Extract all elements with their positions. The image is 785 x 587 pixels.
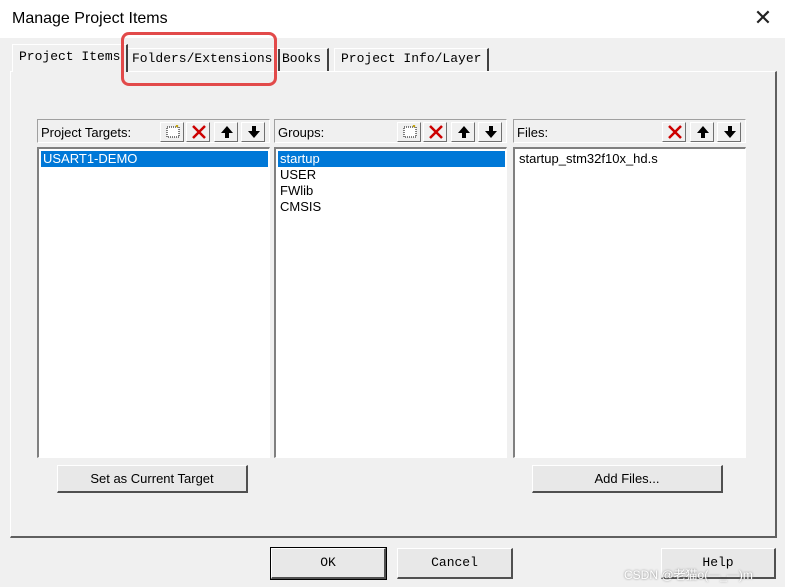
button-label: OK — [320, 555, 336, 570]
delete-icon — [429, 125, 443, 139]
new-icon — [403, 125, 417, 138]
move-up-icon — [697, 126, 709, 138]
set-current-target-button[interactable]: Set as Current Target — [57, 465, 248, 493]
delete-file-button[interactable] — [662, 122, 686, 142]
move-up-file-button[interactable] — [690, 122, 714, 142]
cancel-button[interactable]: Cancel — [397, 548, 513, 579]
list-item[interactable]: USART1-DEMO — [41, 151, 268, 167]
move-up-target-button[interactable] — [214, 122, 238, 142]
title-bar: Manage Project Items ✕ — [0, 0, 785, 38]
targets-list[interactable]: USART1-DEMO — [37, 147, 270, 458]
delete-target-button[interactable] — [186, 122, 210, 142]
groups-header: Groups: — [274, 119, 507, 143]
watermark-text: CSDN @老猫o(—_—)m — [624, 568, 753, 582]
move-down-icon — [485, 126, 497, 138]
list-item[interactable]: startup_stm32f10x_hd.s — [517, 151, 658, 167]
move-up-icon — [221, 126, 233, 138]
files-label: Files: — [517, 125, 549, 140]
tab-label: Books — [282, 51, 322, 66]
delete-group-button[interactable] — [423, 122, 447, 142]
tab-label: Project Items — [19, 49, 121, 64]
delete-icon — [192, 125, 206, 139]
groups-list[interactable]: startup USER FWlib CMSIS — [274, 147, 507, 458]
targets-label: Project Targets: — [41, 125, 132, 140]
new-group-button[interactable] — [397, 122, 421, 142]
move-down-file-button[interactable] — [717, 122, 741, 142]
new-icon — [166, 125, 180, 138]
move-down-icon — [248, 126, 260, 138]
ok-button[interactable]: OK — [270, 547, 387, 580]
close-icon[interactable]: ✕ — [748, 5, 778, 33]
move-down-target-button[interactable] — [241, 122, 265, 142]
delete-icon — [668, 125, 682, 139]
list-item[interactable]: FWlib — [278, 183, 313, 199]
annotation-highlight-box — [121, 32, 277, 86]
tab-label: Project Info/Layer — [341, 51, 482, 66]
tab-books[interactable]: Books — [275, 48, 330, 71]
tab-project-info-layer[interactable]: Project Info/Layer — [334, 48, 490, 71]
files-list[interactable]: startup_stm32f10x_hd.s — [513, 147, 746, 458]
button-label: Add Files... — [594, 471, 660, 486]
move-up-icon — [458, 126, 470, 138]
button-label: Set as Current Target — [90, 471, 214, 486]
move-down-icon — [724, 126, 736, 138]
new-target-button[interactable] — [160, 122, 184, 142]
groups-label: Groups: — [278, 125, 325, 140]
add-files-button[interactable]: Add Files... — [532, 465, 723, 493]
list-item[interactable]: startup — [278, 151, 505, 167]
tab-project-items[interactable]: Project Items — [12, 44, 129, 72]
list-item[interactable]: USER — [278, 167, 316, 183]
window-title: Manage Project Items — [12, 10, 168, 27]
button-label: Cancel — [431, 555, 478, 570]
targets-header: Project Targets: — [37, 119, 270, 143]
move-up-group-button[interactable] — [451, 122, 475, 142]
files-header: Files: — [513, 119, 746, 143]
move-down-group-button[interactable] — [478, 122, 502, 142]
list-item[interactable]: CMSIS — [278, 199, 321, 215]
